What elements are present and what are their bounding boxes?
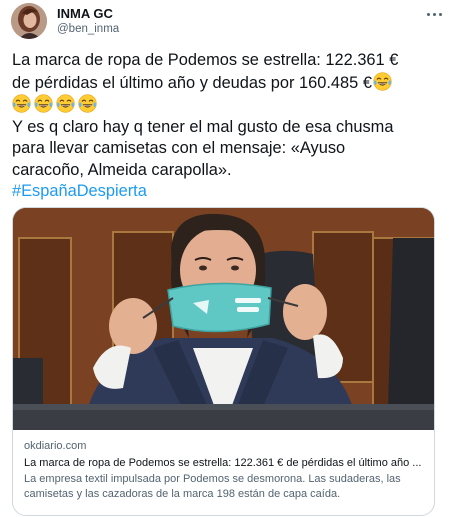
tweet-text: La marca de ropa de Podemos se estrella:… bbox=[12, 50, 444, 203]
avatar[interactable] bbox=[11, 3, 47, 39]
face-with-tears-of-joy-icon bbox=[78, 94, 97, 113]
link-card[interactable]: okdiario.com La marca de ropa de Podemos… bbox=[12, 207, 435, 516]
tweet-text-line: La marca de ropa de Podemos se estrella:… bbox=[12, 51, 399, 69]
tweet-text-line: de pérdidas el último año y deudas por 1… bbox=[12, 72, 444, 95]
card-title[interactable]: La marca de ropa de Podemos se estrella:… bbox=[24, 455, 423, 471]
tweet-text-fragment: de pérdidas el último año y deudas por 1… bbox=[12, 73, 372, 92]
card-meta: okdiario.com La marca de ropa de Podemos… bbox=[13, 430, 434, 502]
face-with-tears-of-joy-icon bbox=[56, 94, 75, 113]
hashtag-link[interactable]: #EspañaDespierta bbox=[12, 181, 444, 203]
tweet-text-line: para llevar camisetas con el mensaje: «A… bbox=[12, 139, 346, 157]
face-with-tears-of-joy-icon bbox=[12, 94, 31, 113]
face-with-tears-of-joy-icon bbox=[34, 94, 53, 113]
face-with-tears-of-joy-icon bbox=[373, 72, 392, 91]
card-description: La empresa textil impulsada por Podemos … bbox=[24, 473, 401, 500]
card-domain: okdiario.com bbox=[24, 440, 87, 452]
more-options-icon[interactable] bbox=[423, 6, 445, 22]
tweet-text-line: Y es q claro hay q tener el mal gusto de… bbox=[12, 117, 394, 136]
emoji-row bbox=[12, 94, 444, 117]
author-handle[interactable]: @ben_inma bbox=[57, 23, 119, 35]
card-image bbox=[13, 208, 434, 430]
author-name[interactable]: INMA GC bbox=[57, 6, 113, 21]
tweet-text-line: caracoño, Almeida carapolla». bbox=[12, 160, 232, 179]
tweet: INMA GC @ben_inma La marca de ropa de Po… bbox=[0, 0, 459, 517]
